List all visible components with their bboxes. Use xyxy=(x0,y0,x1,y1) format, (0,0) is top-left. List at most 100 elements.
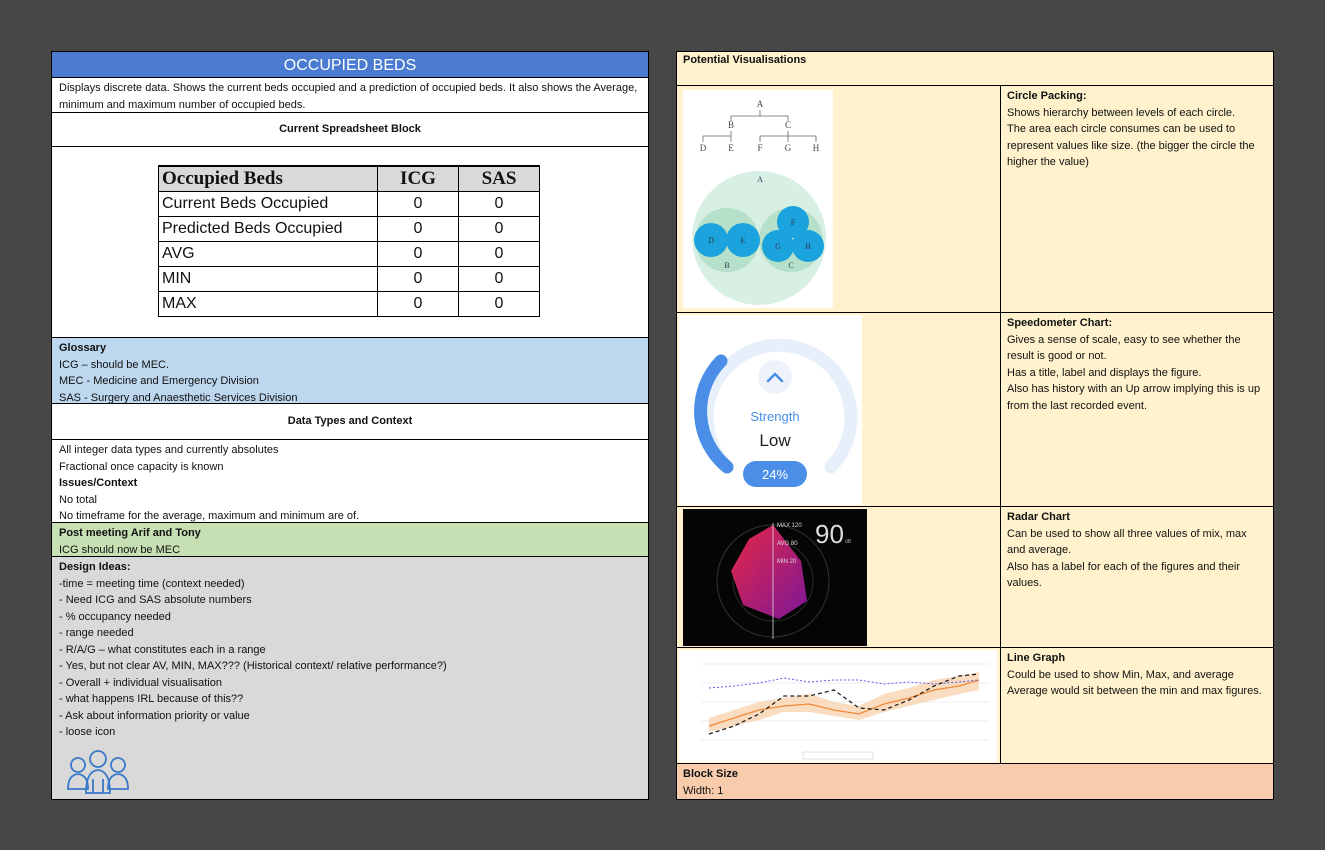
speedometer-image: Strength Low 24% xyxy=(679,315,862,505)
row-label: MIN xyxy=(158,266,378,292)
design-idea-line: - loose icon xyxy=(59,726,116,738)
circle-label: F xyxy=(791,218,796,227)
glossary-line: MEC - Medicine and Emergency Division xyxy=(59,375,259,387)
radar-unit: dB xyxy=(845,539,852,545)
table-header-row: Occupied Beds ICG SAS xyxy=(158,165,540,192)
vis-line: Has a title, label and displays the figu… xyxy=(1007,366,1202,379)
design-idea-line: - Ask about information priority or valu… xyxy=(59,709,250,722)
legend-box xyxy=(802,751,874,760)
cell-value: 0 xyxy=(377,266,459,292)
circle-packing-text: Circle Packing: Shows hierarchy between … xyxy=(1001,86,1273,173)
design-idea-line: -time = meeting time (context needed) xyxy=(59,577,245,590)
radar-big-value: 90 xyxy=(815,519,844,549)
table-row: AVG 0 0 xyxy=(158,241,540,267)
row-label: Predicted Beds Occupied xyxy=(158,216,378,242)
line-graph-chart xyxy=(701,663,989,760)
circle-label: B xyxy=(724,261,729,270)
table-row: Predicted Beds Occupied 0 0 xyxy=(158,216,540,242)
post-meeting-section: Post meeting Arif and Tony ICG should no… xyxy=(51,523,649,557)
block-size-heading: Block Size xyxy=(683,768,739,780)
line-graph-row: Line Graph Could be used to show Min, Ma… xyxy=(676,648,1274,764)
design-idea-line: - R/A/G – what constitutes each in a ran… xyxy=(59,643,266,656)
circle-label: G xyxy=(775,242,781,251)
vis-line: The area each circle consumes can be use… xyxy=(1007,123,1255,168)
table-row: MAX 0 0 xyxy=(158,291,540,317)
tree-label: F xyxy=(757,143,762,153)
tree-label: H xyxy=(813,143,820,153)
circle-label: E xyxy=(741,236,746,245)
cell-value: 0 xyxy=(377,191,459,217)
radar-max-label: MAX 120 xyxy=(777,523,802,529)
design-idea-line: - what happens IRL because of this?? xyxy=(59,693,244,705)
row-label: MAX xyxy=(158,291,378,317)
speedometer-text: Speedometer Chart: Gives a sense of scal… xyxy=(1001,313,1273,416)
design-idea-line: - range needed xyxy=(59,627,134,639)
table-row: MIN 0 0 xyxy=(158,266,540,292)
vis-line: Also has history with an Up arrow implyi… xyxy=(1007,383,1261,412)
glossary-section: Glossary ICG – should be MEC. MEC - Medi… xyxy=(51,338,649,404)
design-idea-line: - % occupancy needed xyxy=(59,610,171,623)
occupied-beds-table: Occupied Beds ICG SAS Current Beds Occup… xyxy=(158,165,540,317)
cell-value: 0 xyxy=(377,241,459,267)
spreadsheet-block: Occupied Beds ICG SAS Current Beds Occup… xyxy=(51,147,649,338)
tree-label: G xyxy=(785,143,792,153)
radar-shape xyxy=(731,525,807,619)
post-meeting-heading: Post meeting Arif and Tony xyxy=(59,527,201,539)
circle-label: D xyxy=(708,236,714,245)
gauge-percent: 24% xyxy=(762,467,788,482)
tree-label: E xyxy=(728,143,734,153)
header-cell: SAS xyxy=(458,165,540,192)
speedometer-cell: Strength Low 24% xyxy=(677,313,1001,506)
data-type-line: All integer data types and currently abs… xyxy=(59,444,279,456)
visualisations-heading: Potential Visualisations xyxy=(676,51,1274,86)
gauge-value-text: Low xyxy=(759,431,791,450)
people-group-icon xyxy=(67,750,129,794)
line-graph-cell xyxy=(677,648,1001,763)
radar-row: MAX 120 AVG 80 MIN 20 90 dB Radar Chart … xyxy=(676,507,1274,648)
up-arrow-bg xyxy=(758,360,792,394)
vis-line: Average would sit between the min and ma… xyxy=(1007,685,1262,697)
design-idea-line: - Yes, but not clear AV, MIN, MAX??? (Hi… xyxy=(59,660,447,672)
visualisations-page: Potential Visualisations A B C D E F G H… xyxy=(676,51,1274,800)
circle-label: A xyxy=(757,175,763,184)
circle-label: C xyxy=(788,261,793,270)
table-row: Current Beds Occupied 0 0 xyxy=(158,191,540,217)
post-meeting-text: ICG should now be MEC xyxy=(59,543,181,556)
circle-label: H xyxy=(805,242,811,251)
vis-title: Radar Chart xyxy=(1007,511,1070,523)
design-ideas-section: Design Ideas: -time = meeting time (cont… xyxy=(51,557,649,800)
tree-label: A xyxy=(757,99,764,109)
design-ideas-heading: Design Ideas: xyxy=(59,561,131,573)
spreadsheet-heading: Current Spreadsheet Block xyxy=(51,113,649,147)
glossary-heading: Glossary xyxy=(59,342,107,354)
block-size-section: Block Size Width: 1 xyxy=(676,764,1274,800)
vis-title: Circle Packing: xyxy=(1007,90,1087,102)
row-label: Current Beds Occupied xyxy=(158,191,378,217)
design-idea-line: - Need ICG and SAS absolute numbers xyxy=(59,594,252,606)
radar-image: MAX 120 AVG 80 MIN 20 90 dB xyxy=(683,509,867,646)
cell-value: 0 xyxy=(377,216,459,242)
circle-packing-row: A B C D E F G H A B C D E F G H Circle P… xyxy=(676,86,1274,313)
cell-value: 0 xyxy=(458,241,540,267)
radar-chart: MAX 120 AVG 80 MIN 20 90 dB xyxy=(716,519,852,639)
speedometer-chart: Strength Low 24% xyxy=(694,338,858,487)
occupied-beds-page: OCCUPIED BEDS Displays discrete data. Sh… xyxy=(51,51,649,800)
data-types-section: All integer data types and currently abs… xyxy=(51,440,649,523)
cell-value: 0 xyxy=(377,291,459,317)
radar-cell: MAX 120 AVG 80 MIN 20 90 dB xyxy=(677,507,1001,647)
header-cell: Occupied Beds xyxy=(158,165,378,192)
line-graph-image xyxy=(679,650,997,762)
vis-line: Also has a label for each of the figures… xyxy=(1007,560,1240,590)
vis-line: Shows hierarchy between levels of each c… xyxy=(1007,106,1236,119)
tree-label: C xyxy=(785,120,791,130)
line-graph-text: Line Graph Could be used to show Min, Ma… xyxy=(1001,648,1273,702)
speedometer-row: Strength Low 24% Speedometer Chart: Give… xyxy=(676,313,1274,507)
design-idea-line: - Overall + individual visualisation xyxy=(59,676,222,689)
glossary-line: ICG – should be MEC. xyxy=(59,358,170,371)
radar-min-label: MIN 20 xyxy=(777,559,797,565)
radar-text: Radar Chart Can be used to show all thre… xyxy=(1001,507,1273,594)
data-types-heading: Data Types and Context xyxy=(51,404,649,440)
radar-avg-label: AVG 80 xyxy=(777,541,798,547)
vis-line: Gives a sense of scale, easy to see whet… xyxy=(1007,333,1241,363)
description: Displays discrete data. Shows the curren… xyxy=(51,78,649,113)
